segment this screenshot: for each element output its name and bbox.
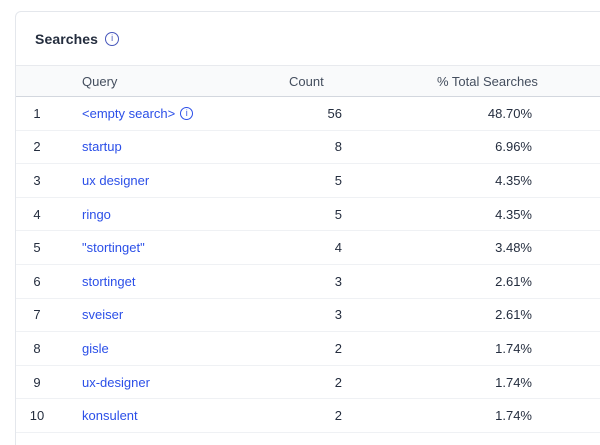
table-row: 8 gisle 21.74% [16, 332, 600, 366]
count-cell: 3 [280, 307, 347, 322]
query-link[interactable]: stortinget [82, 274, 135, 289]
table-row: 4 ringo 54.35% [16, 198, 600, 232]
rank-cell: 5 [16, 240, 67, 255]
column-header-percent-total: % Total Searches [347, 74, 537, 89]
searches-card: Searches Query Count % Total Searches 1 <… [15, 11, 600, 445]
query-cell: ux designer [67, 173, 280, 188]
card-title: Searches [35, 31, 98, 47]
count-cell: 2 [280, 341, 347, 356]
count-cell: 3 [280, 274, 347, 289]
info-circle-icon[interactable] [105, 32, 119, 46]
rank-cell: 6 [16, 274, 67, 289]
table-header-row: Query Count % Total Searches [16, 65, 600, 97]
table-row: 1 <empty search> 5648.70% [16, 97, 600, 131]
percent-cell: 1.74% [347, 375, 537, 390]
percent-cell: 6.96% [347, 139, 537, 154]
table-row: 9 ux-designer 21.74% [16, 366, 600, 400]
count-cell: 56 [280, 106, 347, 121]
query-link[interactable]: "stortinget" [82, 240, 145, 255]
query-cell: gisle [67, 341, 280, 356]
percent-cell: 2.61% [347, 307, 537, 322]
count-cell: 4 [280, 240, 347, 255]
rank-cell: 3 [16, 173, 67, 188]
query-link[interactable]: ringo [82, 207, 111, 222]
query-cell: konsulent [67, 408, 280, 423]
query-link[interactable]: sveiser [82, 307, 123, 322]
rank-cell: 2 [16, 139, 67, 154]
percent-cell: 4.35% [347, 207, 537, 222]
query-link[interactable]: ux designer [82, 173, 149, 188]
column-header-query: Query [67, 74, 280, 89]
percent-cell: 3.48% [347, 240, 537, 255]
table-row: 3 ux designer 54.35% [16, 164, 600, 198]
table-row: 7 sveiser 32.61% [16, 299, 600, 333]
percent-cell: 2.61% [347, 274, 537, 289]
query-cell: sveiser [67, 307, 280, 322]
query-cell: <empty search> [67, 106, 280, 121]
rank-cell: 10 [16, 408, 67, 423]
table-row: 2 startup 86.96% [16, 131, 600, 165]
query-cell: ringo [67, 207, 280, 222]
rank-cell: 8 [16, 341, 67, 356]
card-header: Searches [16, 12, 600, 65]
table-body: 1<empty search>5648.70%2startup86.96%3ux… [16, 97, 600, 433]
percent-cell: 4.35% [347, 173, 537, 188]
percent-cell: 1.74% [347, 341, 537, 356]
table-row: 6 stortinget 32.61% [16, 265, 600, 299]
percent-cell: 1.74% [347, 408, 537, 423]
query-link[interactable]: startup [82, 139, 122, 154]
rank-cell: 4 [16, 207, 67, 222]
query-cell: stortinget [67, 274, 280, 289]
column-header-count: Count [280, 74, 347, 89]
count-cell: 2 [280, 408, 347, 423]
count-cell: 8 [280, 139, 347, 154]
percent-cell: 48.70% [347, 106, 537, 121]
rank-cell: 9 [16, 375, 67, 390]
table-row: 5 "stortinget" 43.48% [16, 231, 600, 265]
table-row: 10 konsulent 21.74% [16, 399, 600, 433]
count-cell: 5 [280, 173, 347, 188]
query-cell: ux-designer [67, 375, 280, 390]
rank-cell: 7 [16, 307, 67, 322]
query-link[interactable]: ux-designer [82, 375, 150, 390]
count-cell: 5 [280, 207, 347, 222]
query-cell: startup [67, 139, 280, 154]
query-link[interactable]: gisle [82, 341, 109, 356]
query-link[interactable]: <empty search> [82, 106, 175, 121]
count-cell: 2 [280, 375, 347, 390]
query-link[interactable]: konsulent [82, 408, 138, 423]
rank-cell: 1 [16, 106, 67, 121]
query-cell: "stortinget" [67, 240, 280, 255]
info-circle-icon[interactable] [180, 107, 193, 120]
